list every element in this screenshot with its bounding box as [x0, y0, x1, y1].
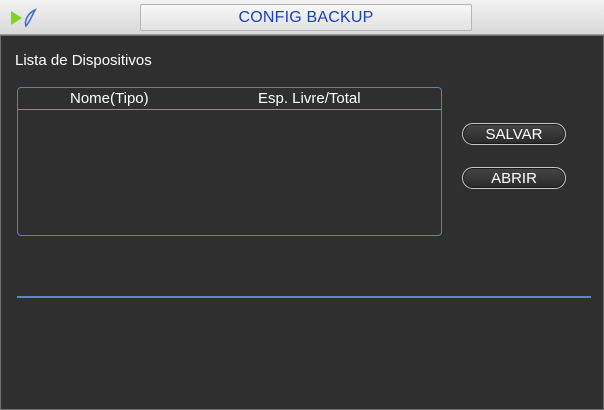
list-header: Nome(Tipo) Esp. Livre/Total — [18, 88, 441, 110]
title-panel: CONFIG BACKUP — [140, 4, 472, 31]
save-button[interactable]: SALVAR — [462, 123, 566, 145]
column-header-name[interactable]: Nome(Tipo) — [70, 90, 149, 107]
title-bar: CONFIG BACKUP — [0, 0, 604, 35]
open-button[interactable]: ABRIR — [462, 167, 566, 189]
page-title: CONFIG BACKUP — [238, 8, 374, 26]
device-list[interactable]: Nome(Tipo) Esp. Livre/Total — [17, 87, 442, 236]
dvr-logo-icon — [11, 8, 37, 28]
device-list-label: Lista de Dispositivos — [15, 52, 152, 69]
column-header-free-space[interactable]: Esp. Livre/Total — [258, 90, 361, 107]
divider — [17, 296, 591, 298]
